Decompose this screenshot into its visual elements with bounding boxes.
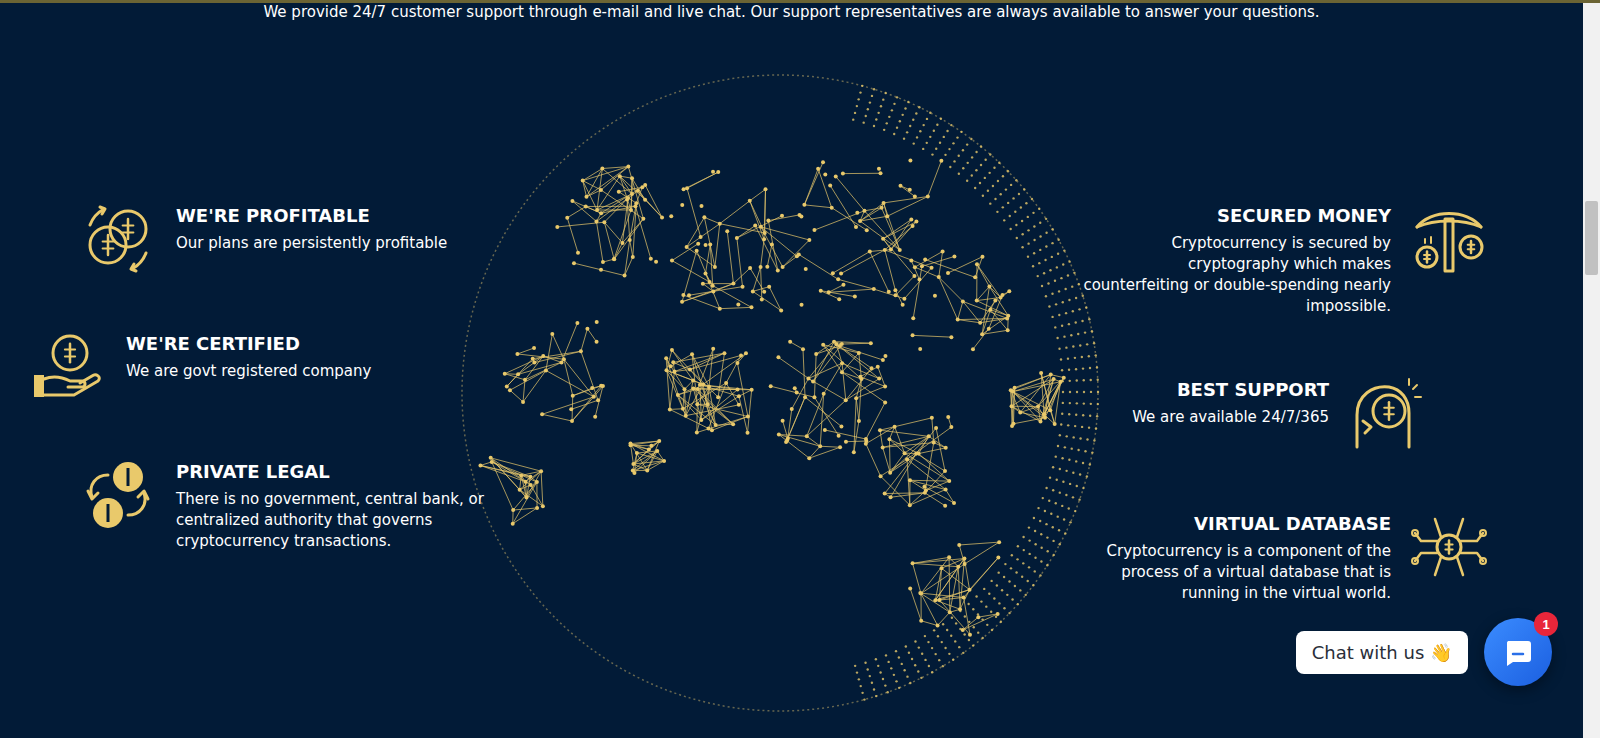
globe-illustration bbox=[440, 71, 1130, 721]
feature-title: PRIVATE LEGAL bbox=[176, 461, 506, 483]
chat-badge: 1 bbox=[1534, 612, 1558, 636]
coins-icon bbox=[80, 201, 156, 277]
feature-text: VIRTUAL DATABASE Cryptocurrency is a comp… bbox=[1081, 509, 1391, 604]
circuit-icon bbox=[1411, 509, 1487, 585]
feature-description: Cryptocurrency is a component of the pro… bbox=[1081, 541, 1391, 604]
feature-icon-box bbox=[1349, 375, 1425, 451]
feature-title: SECURED MONEY bbox=[1081, 205, 1391, 227]
feature-item: BEST SUPPORT We are available 24/7/365 bbox=[1132, 375, 1425, 451]
feature-icon-box bbox=[1411, 509, 1487, 585]
feature-icon-box bbox=[30, 329, 106, 405]
scrollbar[interactable] bbox=[1583, 3, 1600, 738]
chat-button[interactable]: 1 bbox=[1484, 618, 1552, 686]
pickaxe-icon bbox=[1411, 201, 1487, 277]
page: We provide 24/7 customer support through… bbox=[0, 0, 1600, 738]
feature-description: We are available 24/7/365 bbox=[1132, 407, 1329, 428]
hand-coin-icon bbox=[30, 329, 106, 405]
feature-item: WE'RE CERTIFIED We are govt registered co… bbox=[30, 329, 371, 405]
feature-item: WE'RE PROFITABLE Our plans are persistent… bbox=[80, 201, 447, 277]
exchange-icon bbox=[80, 457, 156, 533]
feature-description: Cryptocurrency is secured by cryptograph… bbox=[1081, 233, 1391, 317]
feature-title: WE'RE CERTIFIED bbox=[126, 333, 371, 355]
intro-text: We provide 24/7 customer support through… bbox=[0, 3, 1583, 21]
feature-item: SECURED MONEY Cryptocurrency is secured b… bbox=[1081, 201, 1487, 317]
feature-text: WE'RE PROFITABLE Our plans are persistent… bbox=[176, 201, 447, 254]
scrollbar-thumb[interactable] bbox=[1585, 201, 1598, 275]
feature-icon-box bbox=[1411, 201, 1487, 277]
feature-title: VIRTUAL DATABASE bbox=[1081, 513, 1391, 535]
features-section: We provide 24/7 customer support through… bbox=[0, 3, 1583, 738]
feature-text: PRIVATE LEGAL There is no government, cen… bbox=[176, 457, 506, 552]
chat-label[interactable]: Chat with us 👋 bbox=[1296, 631, 1468, 674]
feature-description: Our plans are persistently profitable bbox=[176, 233, 447, 254]
feature-item: PRIVATE LEGAL There is no government, cen… bbox=[80, 457, 506, 552]
feature-text: WE'RE CERTIFIED We are govt registered co… bbox=[126, 329, 371, 382]
feature-text: BEST SUPPORT We are available 24/7/365 bbox=[1132, 375, 1329, 428]
feature-item: VIRTUAL DATABASE Cryptocurrency is a comp… bbox=[1081, 509, 1487, 604]
feature-icon-box bbox=[80, 201, 156, 277]
feature-icon-box bbox=[80, 457, 156, 533]
feature-title: WE'RE PROFITABLE bbox=[176, 205, 447, 227]
features-left: WE'RE PROFITABLE Our plans are persistent… bbox=[30, 21, 550, 738]
feature-title: BEST SUPPORT bbox=[1132, 379, 1329, 401]
head-bitcoin-icon bbox=[1349, 375, 1425, 451]
chat-icon bbox=[1503, 637, 1533, 667]
feature-text: SECURED MONEY Cryptocurrency is secured b… bbox=[1081, 201, 1391, 317]
feature-description: There is no government, central bank, or… bbox=[176, 489, 506, 552]
chat-widget: Chat with us 👋 1 bbox=[1296, 618, 1552, 686]
feature-description: We are govt registered company bbox=[126, 361, 371, 382]
